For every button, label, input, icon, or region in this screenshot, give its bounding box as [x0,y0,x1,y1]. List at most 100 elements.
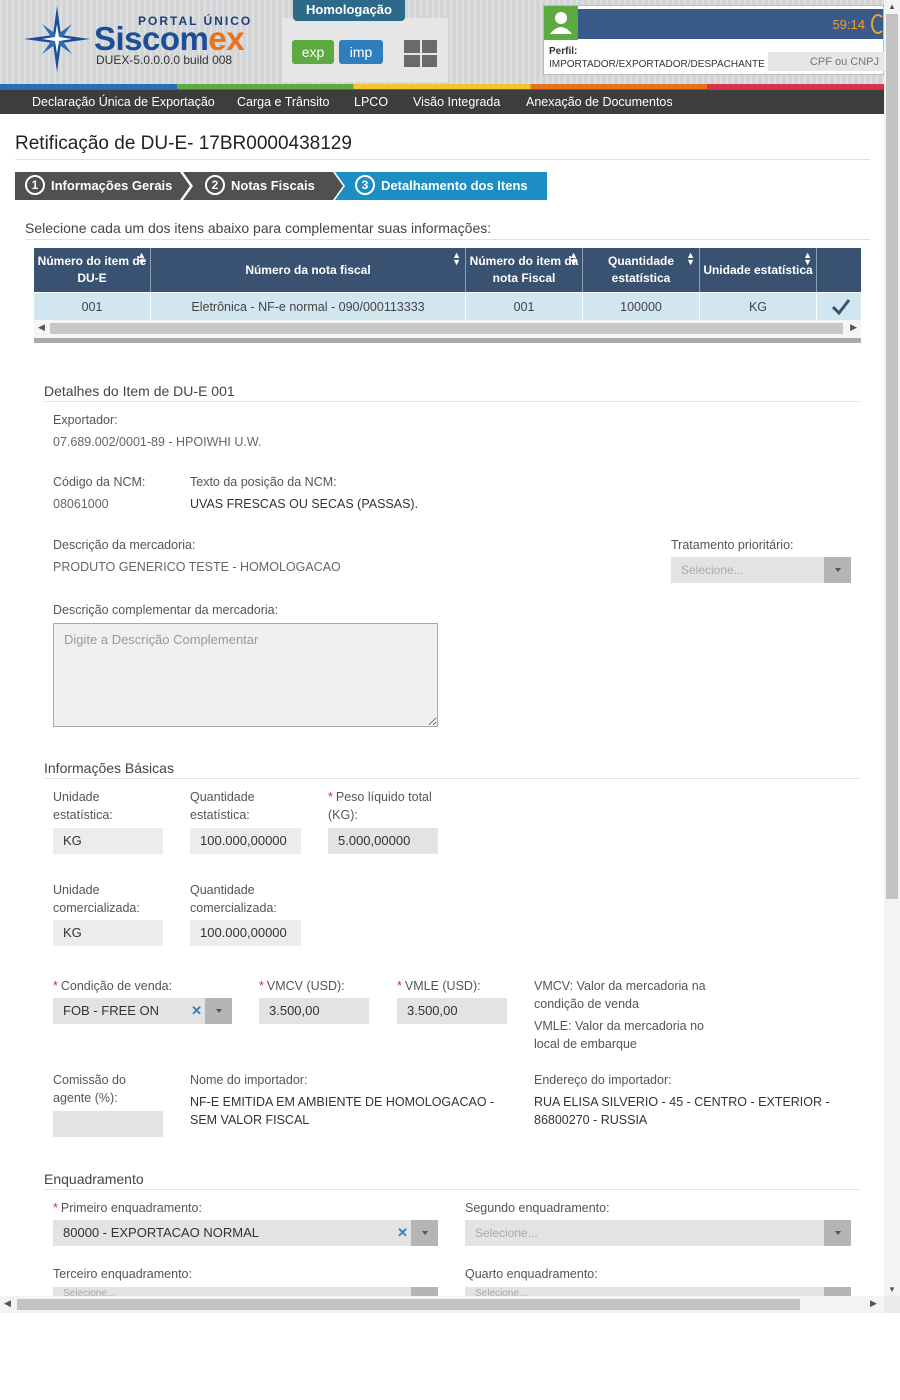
scroll-up-icon[interactable]: ▲ [888,2,896,11]
vmcv-label-text: VMCV (USD): [266,979,345,993]
vmcv-label: * VMCV (USD): [259,977,345,995]
segundo-enq-label: Segundo enquadramento: [465,1201,610,1215]
scrollbar-thumb[interactable] [17,1299,800,1310]
scrollbar-thumb[interactable] [886,14,898,899]
tratamento-select[interactable]: Selecione... [671,557,851,583]
perfil-label: Perfil: [549,46,578,57]
power-icon[interactable] [871,14,884,34]
terceiro-enq-select[interactable]: Selecione... [53,1287,438,1296]
nav-item-carga[interactable]: Carga e Trânsito [237,95,329,109]
step-notas-fiscais[interactable]: 2 Notas Fiscais [183,172,343,200]
peso-label: * Peso líquido total (KG): [328,788,443,824]
chevron-down-icon[interactable] [205,998,232,1024]
sort-icon[interactable]: ▲ ▼ [686,251,695,267]
divider [44,778,860,779]
column-header-text: Número do item da nota Fiscal [469,254,579,285]
step-number: 1 [25,175,45,195]
instruction-text: Selecione cada um dos itens abaixo para … [25,220,492,236]
quarto-enq-select[interactable]: Selecione... [465,1287,851,1296]
peso-input[interactable]: 5.000,00000 [328,828,438,854]
un-comercial-label: Unidade comercializada: [53,883,140,915]
condicao-label: * Condição de venda: [53,977,172,995]
cell-item-nota: 001 [466,293,583,321]
build-version: DUEX-5.0.0.0.0 build 008 [96,53,233,67]
scroll-left-icon[interactable]: ◀ [4,1298,11,1309]
required-marker: * [53,1201,58,1215]
nav-item-visao[interactable]: Visão Integrada [413,95,500,109]
page-horizontal-scrollbar[interactable]: ◀ ▶ [0,1296,884,1313]
session-timer: 59:14 [832,17,865,32]
step-informacoes-gerais[interactable]: 1 Informações Gerais [15,172,190,200]
chevron-down-icon[interactable] [824,1287,851,1296]
column-header-text: Quantidade estatística [607,254,674,285]
qt-estatistica-label: Quantidade estatística: [190,790,255,822]
chevron-down-icon[interactable] [824,557,851,583]
logo-main-text: Siscom [94,20,209,57]
table-horizontal-scrollbar[interactable]: ◀ ▶ [34,320,861,338]
table-row[interactable]: 001 Eletrônica - NF-e normal - 090/00011… [34,292,861,321]
col-unidade[interactable]: Unidade estatística ▲ ▼ [700,248,817,292]
sort-icon[interactable]: ▲ ▼ [137,251,146,267]
descricao-value: PRODUTO GENERICO TESTE - HOMOLOGACAO [53,560,341,574]
nav-item-due[interactable]: Declaração Única de Exportação [32,95,215,109]
condicao-select[interactable]: FOB - FREE ON ✕ [53,998,232,1024]
vmle-input[interactable]: 3.500,00 [397,998,507,1024]
scroll-left-icon[interactable]: ◀ [38,322,45,333]
segundo-enq-select[interactable]: Selecione... [465,1220,851,1246]
user-panel: 59:14 Perfil: IMPORTADOR/EXPORTADOR/DESP… [543,5,884,75]
divider [44,1189,860,1190]
nav-item-anexacao[interactable]: Anexação de Documentos [526,95,673,109]
scroll-right-icon[interactable]: ▶ [870,1298,877,1309]
step-number: 3 [355,175,375,195]
scroll-down-icon[interactable]: ▼ [888,1285,896,1294]
scrollbar-thumb[interactable] [50,323,843,334]
importador-value: NF-E EMITIDA EM AMBIENTE DE HOMOLOGACAO … [190,1095,495,1127]
chevron-down-icon[interactable] [824,1220,851,1246]
exp-button[interactable]: exp [292,40,334,64]
section-title-enquadramento: Enquadramento [44,1171,144,1187]
col-quantidade[interactable]: Quantidade estatística ▲ ▼ [583,248,700,292]
cell-item-due: 001 [34,293,151,321]
vmcv-input[interactable]: 3.500,00 [259,998,369,1024]
sort-icon[interactable]: ▲ ▼ [803,251,812,267]
divider [44,401,860,402]
clear-icon[interactable]: ✕ [397,1220,408,1246]
required-marker: * [328,790,333,804]
user-avatar-icon[interactable] [544,6,578,40]
select-placeholder: Selecione... [63,1288,116,1296]
un-estatistica-field: KG [53,828,163,854]
desc-comp-textarea[interactable] [53,623,438,727]
required-marker: * [397,979,402,993]
col-nota-fiscal[interactable]: Número da nota fiscal ▲ ▼ [151,248,466,292]
grid-apps-icon[interactable] [404,40,437,67]
imp-button[interactable]: imp [339,40,383,64]
sort-icon[interactable]: ▲ ▼ [452,251,461,267]
star-logo-icon[interactable] [22,4,92,74]
page-vertical-scrollbar[interactable]: ▲ ▼ [884,0,900,1296]
vmle-label-text: VMLE (USD): [404,979,481,993]
cpf-cnpj-input[interactable] [768,52,884,71]
comissao-input[interactable] [53,1111,163,1137]
quarto-enq-label: Quarto enquadramento: [465,1267,598,1281]
step-label: Informações Gerais [51,178,173,193]
sort-icon[interactable]: ▲ ▼ [569,251,578,267]
col-item-nota[interactable]: Número do item da nota Fiscal ▲ ▼ [466,248,583,292]
endereco-label: Endereço do importador: [534,1073,672,1087]
vmle-help-text: VMLE: Valor da mercadoria no local de em… [534,1019,704,1051]
divider [15,159,870,160]
chevron-down-icon[interactable] [411,1287,438,1296]
comissao-label: Comissão do agente (%): [53,1073,126,1105]
step-number: 2 [205,175,225,195]
clear-icon[interactable]: ✕ [191,998,202,1024]
chevron-down-icon[interactable] [411,1220,438,1246]
col-item-due[interactable]: Número do item de DU-E ▲ ▼ [34,248,151,292]
table-header: Número do item de DU-E ▲ ▼ Número da nota … [34,248,861,292]
step-detalhamento-itens[interactable]: 3 Detalhamento dos Itens [335,172,547,200]
scroll-right-icon[interactable]: ▶ [850,322,857,333]
nav-item-lpco[interactable]: LPCO [354,95,388,109]
condicao-label-text: Condição de venda: [60,979,173,993]
header: PORTAL ÚNICO Siscomex DUEX-5.0.0.0.0 bui… [0,0,884,86]
primeiro-enq-select[interactable]: 80000 - EXPORTACAO NORMAL ✕ [53,1220,438,1246]
user-bar: 59:14 [578,9,884,39]
main-nav: Declaração Única de Exportação Carga e T… [0,89,884,114]
